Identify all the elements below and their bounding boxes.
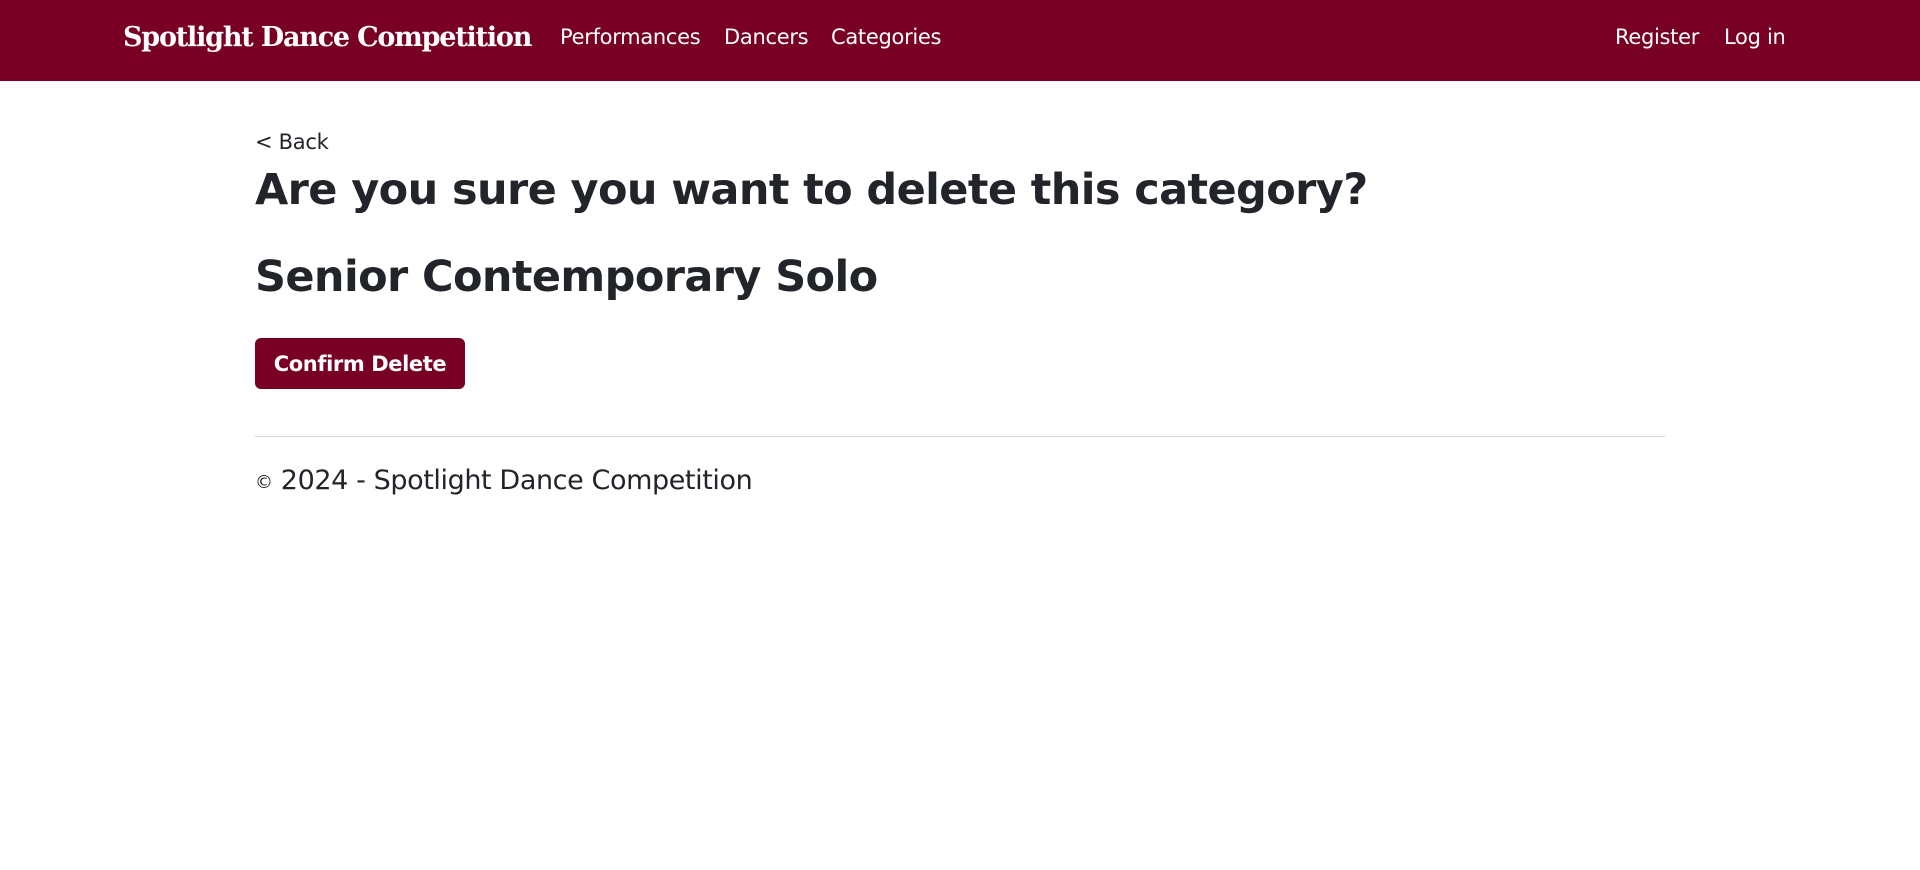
confirm-delete-button[interactable]: Confirm Delete: [255, 338, 465, 389]
footer-text: 2024 - Spotlight Dance Competition: [280, 465, 753, 496]
brand-link[interactable]: Spotlight Dance Competition: [123, 22, 532, 53]
top-navbar: Spotlight Dance Competition Performances…: [0, 0, 1920, 81]
nav-performances[interactable]: Performances: [560, 25, 701, 49]
copyright-icon: ©: [255, 472, 273, 493]
nav-login[interactable]: Log in: [1724, 25, 1786, 49]
nav-dancers[interactable]: Dancers: [724, 25, 809, 49]
back-link[interactable]: < Back: [255, 130, 329, 154]
footer-divider: [255, 436, 1665, 437]
page-title: Are you sure you want to delete this cat…: [255, 165, 1368, 215]
category-name: Senior Contemporary Solo: [255, 252, 878, 302]
nav-categories[interactable]: Categories: [831, 25, 942, 49]
footer: © 2024 - Spotlight Dance Competition: [255, 465, 753, 496]
nav-register[interactable]: Register: [1615, 25, 1699, 49]
